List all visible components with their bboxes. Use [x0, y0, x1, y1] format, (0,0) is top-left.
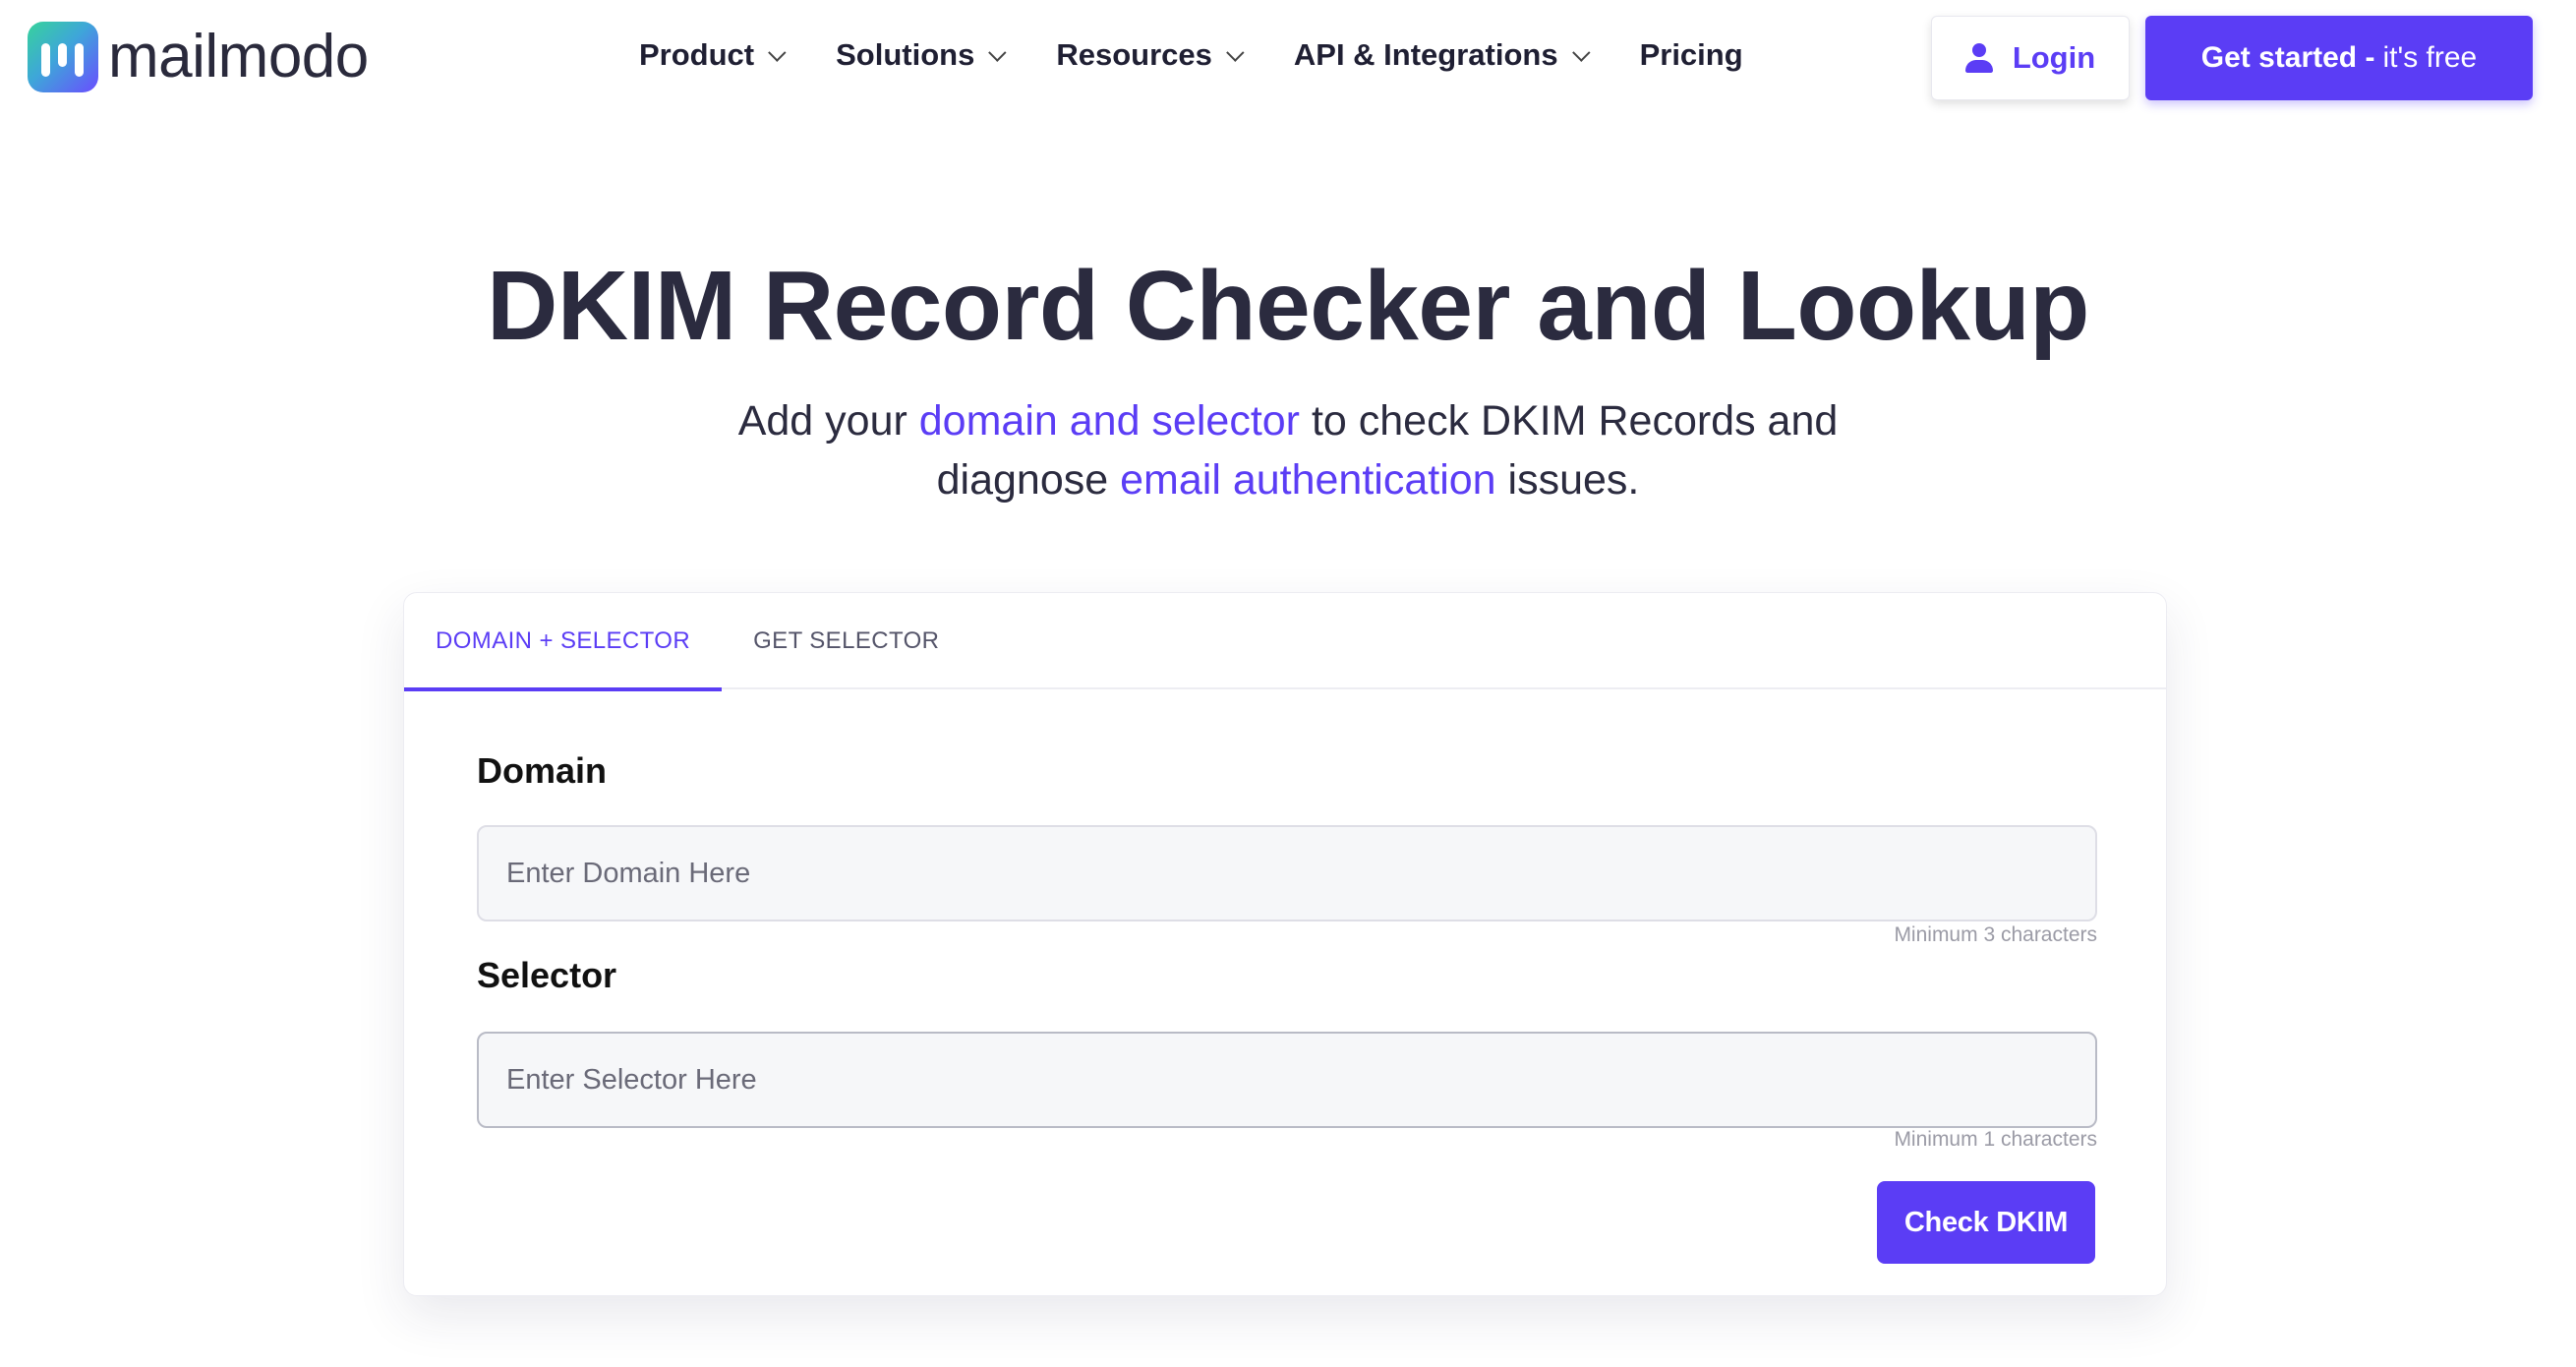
chevron-down-icon: [1571, 42, 1591, 62]
nav-pricing[interactable]: Pricing: [1640, 37, 1743, 73]
get-started-label: Get started -: [2200, 41, 2375, 74]
main-nav: Product Solutions Resources API & Integr…: [639, 37, 1743, 73]
domain-label: Domain: [477, 750, 608, 791]
brand-name: mailmodo: [108, 23, 369, 90]
chevron-down-icon: [988, 42, 1007, 62]
selector-hint: Minimum 1 characters: [1894, 1128, 2097, 1151]
site-header: mailmodo Product Solutions Resources API…: [0, 0, 2576, 118]
tab-get-selector[interactable]: GET SELECTOR: [722, 593, 970, 689]
chevron-down-icon: [768, 42, 787, 62]
login-button[interactable]: Login: [1931, 16, 2130, 100]
email-authentication-link[interactable]: email authentication: [1120, 456, 1495, 504]
page-title: DKIM Record Checker and Lookup: [487, 251, 2089, 361]
get-started-free-label: it's free: [2382, 41, 2478, 74]
page-subtitle: Add your domain and selector to check DK…: [649, 391, 1927, 509]
nav-api-integrations-label: API & Integrations: [1293, 37, 1558, 72]
nav-product-label: Product: [639, 37, 755, 72]
selector-label: Selector: [477, 955, 617, 995]
mailmodo-logo[interactable]: mailmodo: [28, 22, 369, 92]
tab-domain-selector[interactable]: DOMAIN + SELECTOR: [404, 593, 723, 691]
nav-solutions-label: Solutions: [836, 37, 975, 72]
user-icon: [1964, 43, 1993, 73]
chevron-down-icon: [1226, 42, 1245, 62]
subtitle-text: issues.: [1495, 456, 1640, 504]
domain-selector-link[interactable]: domain and selector: [919, 397, 1300, 445]
domain-hint: Minimum 3 characters: [1894, 923, 2097, 946]
tab-bar: DOMAIN + SELECTOR GET SELECTOR: [404, 593, 2166, 691]
mailmodo-logo-icon: [28, 22, 98, 92]
domain-input[interactable]: [477, 825, 2097, 921]
nav-product[interactable]: Product: [639, 37, 787, 73]
nav-api-integrations[interactable]: API & Integrations: [1293, 37, 1591, 73]
dkim-checker-card: DOMAIN + SELECTOR GET SELECTOR Domain Mi…: [403, 592, 2167, 1296]
nav-pricing-label: Pricing: [1639, 37, 1743, 72]
nav-resources[interactable]: Resources: [1056, 37, 1245, 73]
nav-resources-label: Resources: [1056, 37, 1212, 72]
subtitle-text: Add your: [737, 397, 919, 445]
login-button-label: Login: [2012, 40, 2096, 75]
get-started-button[interactable]: Get started - it's free: [2145, 16, 2533, 100]
check-dkim-button[interactable]: Check DKIM: [1877, 1181, 2095, 1264]
selector-input[interactable]: [477, 1032, 2097, 1128]
nav-solutions[interactable]: Solutions: [836, 37, 1007, 73]
